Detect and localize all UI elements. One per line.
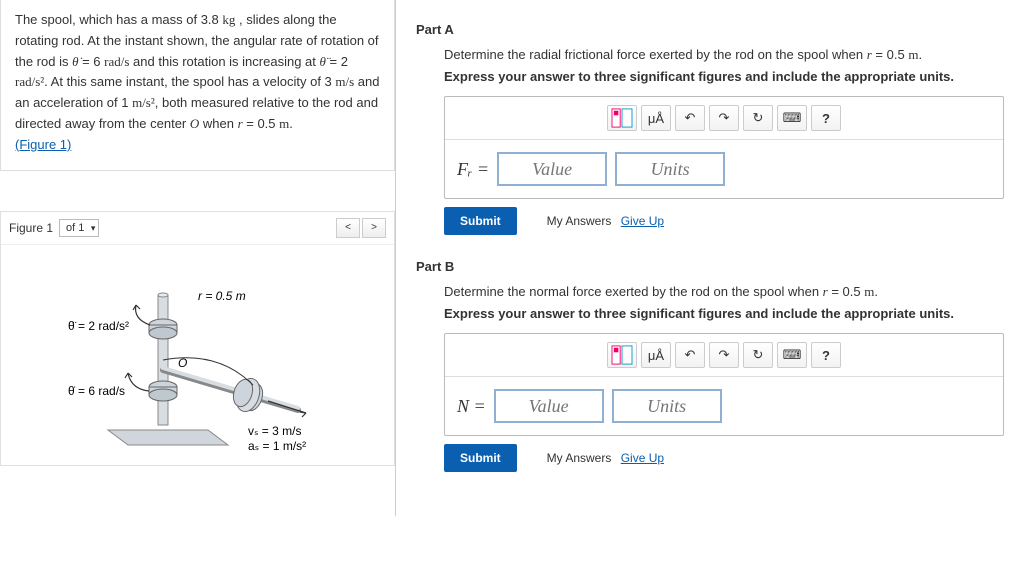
redo-icon[interactable]: ↷ [709,342,739,368]
keyboard-icon[interactable]: ⌨ [777,105,807,131]
part-b-units-input[interactable] [612,389,722,423]
undo-icon[interactable]: ↶ [675,105,705,131]
redo-icon[interactable]: ↷ [709,105,739,131]
part-a-question: Determine the radial frictional force ex… [444,47,1004,63]
figure-link[interactable]: (Figure 1) [15,137,71,152]
ann-r: r = 0.5 m [198,289,246,303]
reset-icon[interactable]: ↻ [743,105,773,131]
part-a-header: Part A [416,22,1004,37]
ann-as: aₛ = 1 m/s² [248,439,306,453]
part-a-giveup-link[interactable]: Give Up [621,214,664,228]
part-a-answerbox: μÅ ↶ ↷ ↻ ⌨ ? Fᵣ = [444,96,1004,199]
part-b-question: Determine the normal force exerted by th… [444,284,1004,300]
reset-icon[interactable]: ↻ [743,342,773,368]
part-b-header: Part B [416,259,1004,274]
part-a-variable: Fᵣ = [457,159,489,180]
units-icon[interactable]: μÅ [641,342,671,368]
template-icon[interactable] [607,342,637,368]
part-a-submit-button[interactable]: Submit [444,207,517,235]
help-icon[interactable]: ? [811,342,841,368]
ann-vs: vₛ = 3 m/s [248,424,302,438]
ann-thetadd: θ̈ = 2 rad/s² [68,319,129,333]
part-b-submit-button[interactable]: Submit [444,444,517,472]
part-b-value-input[interactable] [494,389,604,423]
part-a-value-input[interactable] [497,152,607,186]
template-icon[interactable] [607,105,637,131]
part-b-giveup-link[interactable]: Give Up [621,451,664,465]
figure-selector[interactable]: of 1 [59,219,99,237]
ann-O: O [178,356,187,370]
figure-label: Figure 1 [9,221,53,235]
next-figure-button[interactable]: > [362,218,386,238]
undo-icon[interactable]: ↶ [675,342,705,368]
part-a-instruction: Express your answer to three significant… [444,69,1004,84]
problem-statement: The spool, which has a mass of 3.8 kg , … [0,0,395,171]
units-icon[interactable]: μÅ [641,105,671,131]
prev-figure-button[interactable]: < [336,218,360,238]
help-icon[interactable]: ? [811,105,841,131]
problem-text: The spool, which has a mass of 3.8 kg , … [15,12,380,131]
part-b-answerbox: μÅ ↶ ↷ ↻ ⌨ ? N = [444,333,1004,436]
ann-thetad: θ̇ = 6 rad/s [68,384,125,398]
figure-panel: Figure 1 of 1 < > [0,211,395,466]
part-a-myanswers: My Answers Give Up [547,214,664,228]
keyboard-icon[interactable]: ⌨ [777,342,807,368]
figure-diagram: r = 0.5 m θ̈ = 2 rad/s² θ̇ = 6 rad/s O v… [48,255,348,455]
part-b-myanswers: My Answers Give Up [547,451,664,465]
part-b-instruction: Express your answer to three significant… [444,306,1004,321]
part-a-units-input[interactable] [615,152,725,186]
part-b-variable: N = [457,396,486,417]
